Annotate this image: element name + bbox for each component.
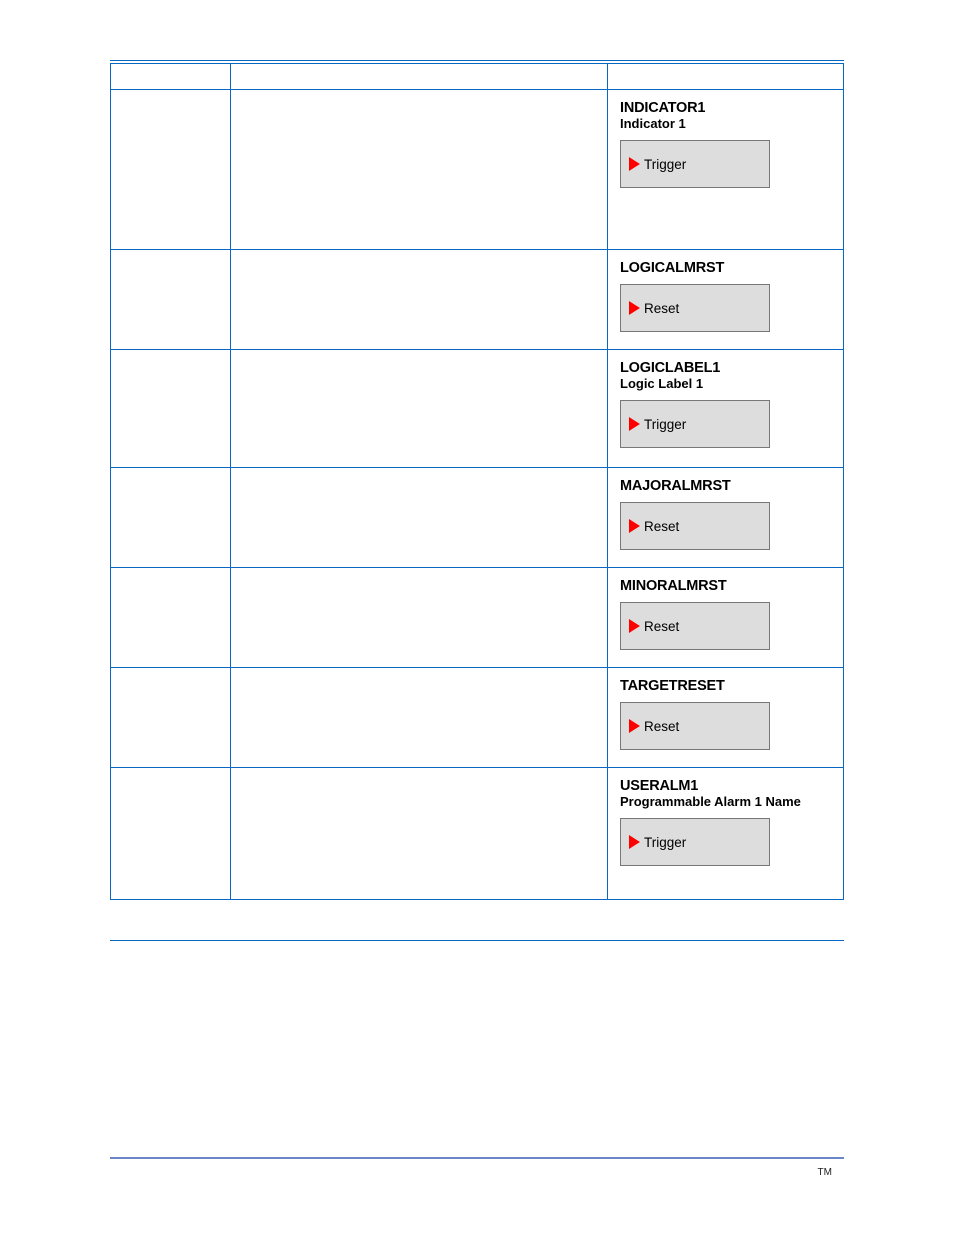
table-row: MINORALMRST Reset: [111, 568, 844, 668]
table-row: USERALM1 Programmable Alarm 1 Name Trigg…: [111, 768, 844, 900]
cell-block-3: MAJORALMRST Reset: [608, 468, 844, 568]
block-title: LOGICALMRST: [620, 260, 831, 276]
section-divider: [110, 940, 844, 941]
block-title: USERALM1: [620, 778, 831, 794]
button-label: Trigger: [644, 157, 686, 172]
block-wrap: INDICATOR1 Indicator 1 Trigger: [608, 90, 843, 202]
cell-desc-6: [231, 768, 608, 900]
reset-button[interactable]: Reset: [620, 284, 770, 332]
table-row: INDICATOR1 Indicator 1 Trigger: [111, 90, 844, 250]
play-icon: [629, 519, 640, 533]
cell-block-2: LOGICLABEL1 Logic Label 1 Trigger: [608, 350, 844, 468]
play-icon: [629, 835, 640, 849]
cell-desc-3: [231, 468, 608, 568]
reset-button[interactable]: Reset: [620, 502, 770, 550]
hdr-col-2: [231, 64, 608, 90]
block-wrap: LOGICLABEL1 Logic Label 1 Trigger: [608, 350, 843, 462]
cell-name-5: [111, 668, 231, 768]
block-wrap: USERALM1 Programmable Alarm 1 Name Trigg…: [608, 768, 843, 880]
play-icon: [629, 719, 640, 733]
block-wrap: LOGICALMRST Reset: [608, 250, 843, 346]
play-icon: [629, 417, 640, 431]
play-icon: [629, 157, 640, 171]
hdr-col-1: [111, 64, 231, 90]
trigger-button[interactable]: Trigger: [620, 400, 770, 448]
button-label: Reset: [644, 719, 679, 734]
cell-name-0: [111, 90, 231, 250]
button-label: Reset: [644, 301, 679, 316]
reset-button[interactable]: Reset: [620, 602, 770, 650]
table-row: LOGICLABEL1 Logic Label 1 Trigger: [111, 350, 844, 468]
hdr-col-3: [608, 64, 844, 90]
block-wrap: TARGETRESET Reset: [608, 668, 843, 764]
block-subtitle: Programmable Alarm 1 Name: [620, 795, 831, 810]
cell-name-1: [111, 250, 231, 350]
cell-desc-4: [231, 568, 608, 668]
block-title: INDICATOR1: [620, 100, 831, 116]
cell-block-0: INDICATOR1 Indicator 1 Trigger: [608, 90, 844, 250]
page-root: INDICATOR1 Indicator 1 Trigger LOGICALMR…: [0, 0, 954, 1235]
play-icon: [629, 301, 640, 315]
block-title: MINORALMRST: [620, 578, 831, 594]
table-row: LOGICALMRST Reset: [111, 250, 844, 350]
block-wrap: MAJORALMRST Reset: [608, 468, 843, 564]
cell-name-4: [111, 568, 231, 668]
cell-name-2: [111, 350, 231, 468]
block-title: MAJORALMRST: [620, 478, 831, 494]
top-rule: [110, 60, 844, 61]
block-title: LOGICLABEL1: [620, 360, 831, 376]
play-icon: [629, 619, 640, 633]
cell-desc-5: [231, 668, 608, 768]
cell-desc-1: [231, 250, 608, 350]
cell-desc-2: [231, 350, 608, 468]
reset-button[interactable]: Reset: [620, 702, 770, 750]
cell-name-3: [111, 468, 231, 568]
cell-block-4: MINORALMRST Reset: [608, 568, 844, 668]
cell-desc-0: [231, 90, 608, 250]
cell-block-5: TARGETRESET Reset: [608, 668, 844, 768]
block-title: TARGETRESET: [620, 678, 831, 694]
button-label: Reset: [644, 519, 679, 534]
block-subtitle: Indicator 1: [620, 117, 831, 132]
table-row: TARGETRESET Reset: [111, 668, 844, 768]
button-label: Reset: [644, 619, 679, 634]
button-label: Trigger: [644, 417, 686, 432]
button-label: Trigger: [644, 835, 686, 850]
cell-block-1: LOGICALMRST Reset: [608, 250, 844, 350]
trigger-button[interactable]: Trigger: [620, 140, 770, 188]
blocks-table: INDICATOR1 Indicator 1 Trigger LOGICALMR…: [110, 63, 844, 900]
cell-block-6: USERALM1 Programmable Alarm 1 Name Trigg…: [608, 768, 844, 900]
footer-rule: [110, 1157, 844, 1159]
table-header-row: [111, 64, 844, 90]
cell-name-6: [111, 768, 231, 900]
trademark-symbol: TM: [818, 1167, 832, 1178]
trigger-button[interactable]: Trigger: [620, 818, 770, 866]
block-subtitle: Logic Label 1: [620, 377, 831, 392]
table-row: MAJORALMRST Reset: [111, 468, 844, 568]
block-wrap: MINORALMRST Reset: [608, 568, 843, 664]
